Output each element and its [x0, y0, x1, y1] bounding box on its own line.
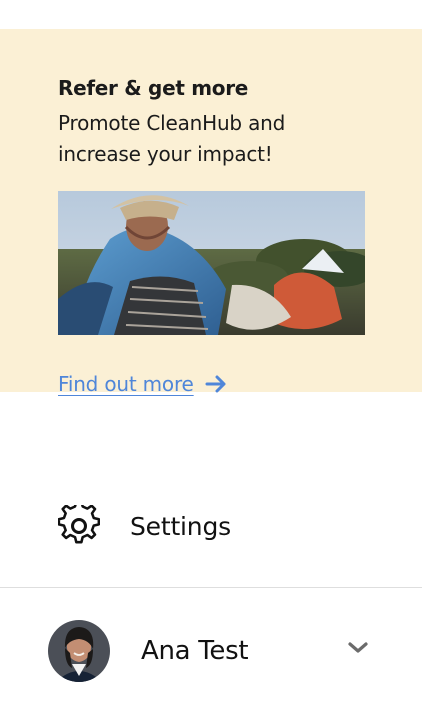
user-name: Ana Test — [141, 636, 249, 666]
divider — [0, 587, 422, 588]
user-profile-menu[interactable]: Ana Test — [48, 620, 378, 682]
settings-menu-item[interactable]: Settings — [58, 502, 358, 550]
arrow-right-icon — [205, 375, 226, 393]
promo-description: Promote CleanHub and increase your impac… — [58, 111, 286, 166]
promo-image — [58, 191, 365, 335]
referral-promo-card: Refer & get more Promote CleanHub and in… — [0, 29, 422, 396]
find-out-more-link-label: Find out more — [58, 372, 194, 396]
promo-title: Refer & get more — [58, 76, 249, 100]
gear-icon — [58, 505, 100, 544]
find-out-more-link[interactable]: Find out more — [58, 372, 228, 396]
chevron-down-icon[interactable] — [347, 640, 369, 656]
avatar — [48, 620, 110, 682]
settings-label: Settings — [130, 511, 231, 541]
